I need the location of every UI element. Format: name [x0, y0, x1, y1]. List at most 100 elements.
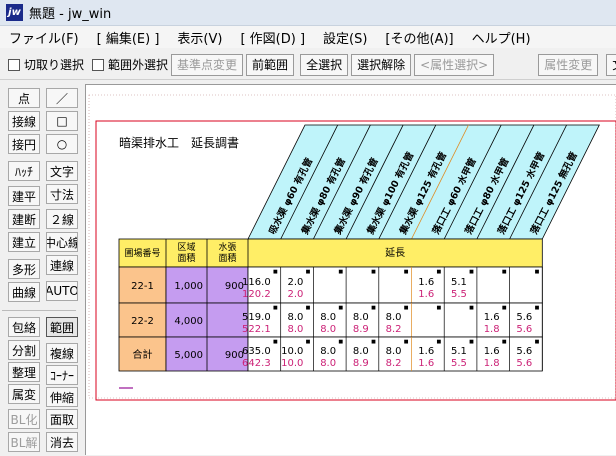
- checkbox-box[interactable]: [92, 58, 105, 71]
- base-point-change-button[interactable]: 基準点変更: [171, 53, 244, 76]
- header-extension: 延長: [385, 247, 405, 259]
- tool-chamfer[interactable]: 面取: [46, 409, 78, 429]
- tool-building-plan[interactable]: 建平: [8, 186, 40, 206]
- design-length: 8.0: [386, 346, 402, 357]
- cell-marker: ■: [273, 305, 278, 311]
- cell-marker: ■: [306, 339, 311, 345]
- menu-view[interactable]: 表示(V): [168, 28, 231, 47]
- tool-center-line[interactable]: 中心線: [46, 232, 78, 252]
- menu-file[interactable]: ファイル(F): [0, 28, 88, 47]
- header-area: 区域: [177, 241, 195, 253]
- tool-curve[interactable]: 曲線: [8, 282, 40, 302]
- checkbox-box[interactable]: [8, 58, 20, 71]
- tool-attribute-change[interactable]: 属変: [8, 384, 40, 404]
- cell-marker: ■: [371, 305, 376, 311]
- cell-marker: ■: [338, 305, 343, 311]
- tool-text[interactable]: 文字: [46, 161, 78, 181]
- title-bar: jw 無題 - jw_win: [0, 0, 616, 26]
- actual-length: 2.0: [287, 289, 303, 300]
- cell-marker: ■: [502, 269, 507, 275]
- tool-tangent-circle[interactable]: 接円: [8, 134, 40, 154]
- tool-line[interactable]: ／: [46, 88, 78, 108]
- area-value: 4,000: [174, 316, 203, 327]
- design-length: 10.0: [281, 346, 303, 357]
- design-length: 2.0: [287, 277, 303, 288]
- tool-auto[interactable]: AUTO: [46, 281, 78, 301]
- tool-point[interactable]: 点: [8, 88, 40, 108]
- design-length: 5.1: [451, 277, 467, 288]
- drawing-svg[interactable]: 暗渠排水工 延長調書 吸水渠 φ60 有孔管集水渠 φ80 有孔管集水渠 φ90…: [86, 85, 616, 456]
- area-value: 5,000: [174, 350, 203, 361]
- menu-other[interactable]: [その他(A)]: [376, 28, 462, 47]
- drawing-area[interactable]: 暗渠排水工 延長調書 吸水渠 φ60 有孔管 集水渠 φ80 有孔管 集水渠 φ90…: [85, 84, 616, 455]
- tool-range[interactable]: 範囲: [46, 317, 78, 337]
- design-length: 8.0: [320, 346, 336, 357]
- tool-erase[interactable]: 消去: [46, 432, 78, 452]
- actual-length: 5.5: [451, 289, 467, 300]
- cell-marker: ■: [404, 339, 409, 345]
- extension-table: 吸水渠 φ60 有孔管集水渠 φ80 有孔管集水渠 φ90 有孔管集水渠 φ10…: [118, 124, 600, 372]
- tool-circle[interactable]: ○: [46, 134, 78, 154]
- design-length: 116.0: [242, 277, 271, 288]
- select-all-button[interactable]: 全選択: [300, 53, 349, 76]
- tool-dimension[interactable]: 寸法: [46, 184, 78, 204]
- tool-envelope[interactable]: 包絡: [8, 317, 40, 337]
- design-length: 5.6: [516, 346, 532, 357]
- tool-block-release[interactable]: BL解: [8, 432, 40, 452]
- actual-length: 1.8: [484, 358, 500, 369]
- window-title: 無題 - jw_win: [29, 7, 112, 22]
- design-length: 1.6: [484, 346, 500, 357]
- header-water: 水張: [218, 241, 236, 253]
- area-value: 1,000: [174, 281, 203, 292]
- tool-separator: [2, 310, 76, 311]
- menu-bar: ファイル(F) [ 編集(E) ] 表示(V) [ 作図(D) ] 設定(S) …: [0, 26, 616, 48]
- field-number: 22-1: [131, 281, 154, 292]
- previous-range-button[interactable]: 前範囲: [246, 53, 295, 76]
- tool-continuous-line[interactable]: 連線: [46, 255, 78, 275]
- actual-length: 10.0: [281, 358, 303, 369]
- actual-length: 8.2: [386, 358, 402, 369]
- tool-building-section[interactable]: 建断: [8, 209, 40, 229]
- design-length: 1.6: [418, 346, 434, 357]
- menu-settings[interactable]: 設定(S): [314, 28, 376, 47]
- design-length: 1.6: [418, 277, 434, 288]
- actual-length: 8.9: [353, 358, 369, 369]
- menu-draw[interactable]: [ 作図(D) ]: [231, 28, 314, 47]
- app-icon: jw: [6, 4, 23, 21]
- attribute-select-button[interactable]: <属性選択>: [414, 53, 495, 76]
- outside-select-checkbox[interactable]: 範囲外選択: [92, 56, 168, 73]
- deselect-button[interactable]: 選択解除: [351, 53, 412, 76]
- tool-organize[interactable]: 整理: [8, 362, 40, 382]
- tool-hatch[interactable]: ﾊｯﾁ: [8, 161, 40, 181]
- design-length: 8.0: [320, 312, 336, 323]
- cell-marker: ■: [502, 305, 507, 311]
- tool-panel: 点 接線 接円 ﾊｯﾁ 建平 建断 建立 多形 曲線 包絡 分割 整理 属変 B…: [0, 82, 82, 455]
- crop-select-checkbox[interactable]: 切取り選択: [8, 56, 84, 73]
- cell-marker: ■: [338, 339, 343, 345]
- attribute-change-button[interactable]: 属性変更: [538, 53, 599, 76]
- tool-tangent[interactable]: 接線: [8, 111, 40, 131]
- tool-rectangle[interactable]: □: [46, 111, 78, 131]
- tool-block-create[interactable]: BL化: [8, 409, 40, 429]
- cell-marker: ■: [273, 269, 278, 275]
- cell-marker: ■: [535, 269, 540, 275]
- actual-length: 642.3: [242, 358, 271, 369]
- menu-edit[interactable]: [ 編集(E) ]: [88, 28, 169, 47]
- tool-stretch[interactable]: 伸縮: [46, 387, 78, 407]
- design-length: 519.0: [242, 312, 271, 323]
- cell-marker: ■: [535, 305, 540, 311]
- actual-length: 1.6: [418, 358, 434, 369]
- tool-polygon[interactable]: 多形: [8, 259, 40, 279]
- cell-marker: ■: [436, 339, 441, 345]
- text-button[interactable]: 文: [606, 53, 616, 76]
- tool-copy-line[interactable]: 複線: [46, 343, 78, 363]
- selection-toolbar: 切取り選択 範囲外選択 基準点変更 前範囲 全選択 選択解除 <属性選択> 属性…: [0, 50, 616, 80]
- actual-length: 8.0: [320, 358, 336, 369]
- cell-marker: ■: [306, 269, 311, 275]
- menu-help[interactable]: ヘルプ(H): [463, 28, 540, 47]
- tool-double-line[interactable]: ２線: [46, 209, 78, 229]
- tool-corner[interactable]: ｺｰﾅｰ: [46, 365, 78, 385]
- tool-divide[interactable]: 分割: [8, 340, 40, 360]
- design-length: 8.0: [353, 346, 369, 357]
- tool-building-elevation[interactable]: 建立: [8, 232, 40, 252]
